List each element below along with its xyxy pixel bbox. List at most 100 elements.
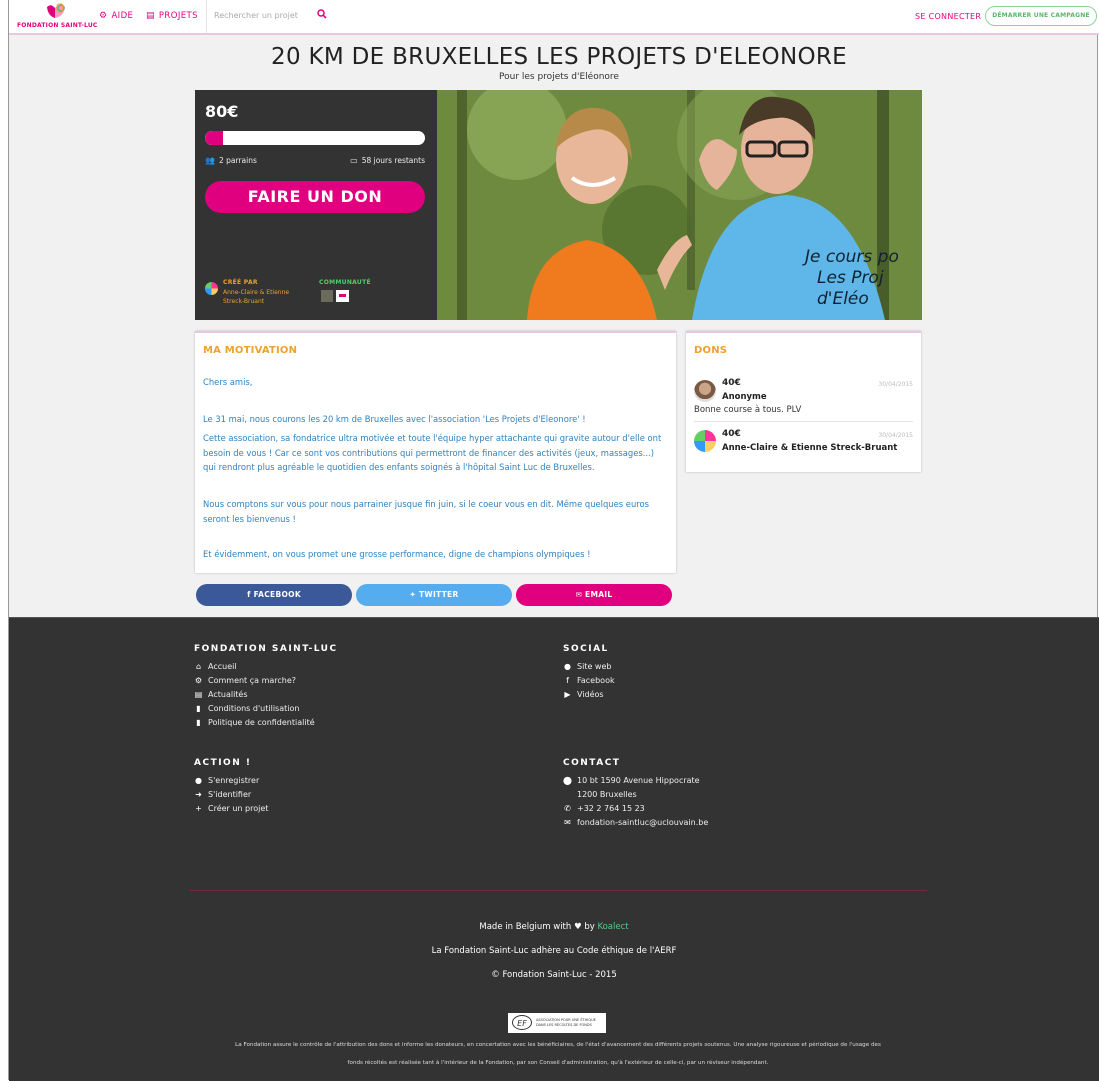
sponsors-stat: 👥 2 parrains <box>205 156 257 165</box>
footer-link-conditions[interactable]: ▮ Conditions d'utilisation <box>194 704 299 713</box>
footer-heading: ACTION ! <box>194 758 252 768</box>
aerf-statement[interactable]: La Fondation Saint-Luc adhère au Code ét… <box>9 946 1099 956</box>
made-in-by: by <box>584 922 595 932</box>
aerf-badge-text: ASSOCIATION POUR UNE ÉTHIQUE DANS LES RÉ… <box>536 1018 596 1027</box>
cogs-icon: ⚙ <box>194 676 203 685</box>
footer-link-label: S'identifier <box>208 790 252 799</box>
footer-heading: CONTACT <box>563 758 621 768</box>
page-subtitle: Pour les projets d'Eléonore <box>499 72 619 82</box>
motivation-card: MA MOTIVATION Chers amis, Le 31 mai, nou… <box>195 331 676 573</box>
contact-address-line: 10 bt 1590 Avenue Hippocrate <box>577 776 700 785</box>
contact-phone[interactable]: ✆ +32 2 764 15 23 <box>563 804 645 813</box>
facebook-icon: f <box>247 590 251 599</box>
footer-link-label: Vidéos <box>577 690 604 699</box>
made-in-prefix: Made in Belgium with <box>479 922 572 932</box>
raised-amount: 80€ <box>205 102 239 121</box>
nav-divider <box>206 0 207 33</box>
days-left: 58 jours restants <box>361 156 425 165</box>
youtube-icon: ▶ <box>564 690 571 699</box>
share-email-button[interactable]: ✉ EMAIL <box>516 584 672 606</box>
disclaimer: La Fondation assure le contrôle de l'att… <box>235 1042 881 1048</box>
motivation-paragraph: Et évidemment, on vous promet une grosse… <box>203 549 591 559</box>
donate-button[interactable]: FAIRE UN DON <box>205 181 425 213</box>
creator-name[interactable]: Anne-Claire & Etienne Streck-Bruant <box>223 288 308 306</box>
globe-icon: ● <box>564 662 571 671</box>
donation-divider <box>694 421 913 422</box>
disclaimer: fonds récoltés est réalisée tant à l'int… <box>347 1060 769 1066</box>
search-icon[interactable] <box>317 9 327 19</box>
contact-address: ⬤ 10 bt 1590 Avenue Hippocrate <box>563 776 700 785</box>
search-input[interactable]: Rechercher un projet <box>214 11 298 20</box>
aerf-badge[interactable]: EF ASSOCIATION POUR UNE ÉTHIQUE DANS LES… <box>508 1013 606 1033</box>
motivation-heading: MA MOTIVATION <box>203 345 298 356</box>
motivation-paragraph: Chers amis, <box>203 377 253 387</box>
footer-link-facebook[interactable]: f Facebook <box>563 676 615 685</box>
contact-email[interactable]: ✉ fondation-saintluc@uclouvain.be <box>563 818 708 827</box>
facebook-icon: f <box>566 676 569 685</box>
cogs-icon: ⚙ <box>99 11 108 21</box>
footer-link-label: Politique de confidentialité <box>208 718 315 727</box>
footer-link-comment[interactable]: ⚙ Comment ça marche? <box>194 676 296 685</box>
donation-amount: 40€ <box>722 429 741 439</box>
footer-link-register[interactable]: ● S'enregistrer <box>194 776 259 785</box>
footer-link-accueil[interactable]: ⌂ Accueil <box>194 662 237 671</box>
contact-phone-number: +32 2 764 15 23 <box>577 804 645 813</box>
footer-link-politique[interactable]: ▮ Politique de confidentialité <box>194 718 315 727</box>
newspaper-icon: ▤ <box>194 690 203 699</box>
page-frame: FONDATION SAINT-LUC ⚙ AIDE ▤ PROJETS Rec… <box>8 0 1099 1081</box>
login-link[interactable]: SE CONNECTER <box>915 12 981 21</box>
phone-icon: ✆ <box>564 804 571 813</box>
footer-link-label: Actualités <box>208 690 248 699</box>
footer-heading: FONDATION SAINT-LUC <box>194 644 338 654</box>
logo-mark-icon <box>47 3 65 19</box>
days-left-stat: ▭ 58 jours restants <box>350 156 425 165</box>
footer-link-signin[interactable]: ➜ S'identifier <box>194 790 251 799</box>
envelope-icon: ✉ <box>575 590 583 599</box>
donation-date: 30/04/2015 <box>878 432 913 439</box>
copyright: © Fondation Saint-Luc - 2015 <box>491 970 617 980</box>
footer-link-label: Facebook <box>577 676 615 685</box>
koalect-link[interactable]: Koalect <box>597 922 628 932</box>
heart-icon: ♥ <box>573 922 582 932</box>
nav-aide-link[interactable]: ⚙ AIDE <box>99 11 133 21</box>
footer-link-videos[interactable]: ▶ Vidéos <box>563 690 604 699</box>
home-icon: ⌂ <box>195 662 202 671</box>
logo-text: FONDATION SAINT-LUC <box>17 22 98 29</box>
sponsors-count: 2 parrains <box>218 156 257 165</box>
twitter-icon: ✦ <box>409 590 417 599</box>
created-by-label: CRÉÉ PAR <box>223 279 258 286</box>
contact-address-line: 1200 Bruxelles <box>577 790 637 799</box>
motivation-paragraph: Nous comptons sur vous pour nous parrain… <box>203 499 650 524</box>
project-hero: 80€ 👥 2 parrains ▭ 58 jours restants FAI… <box>195 90 922 320</box>
logo[interactable]: FONDATION SAINT-LUC <box>17 3 98 31</box>
community-avatar[interactable] <box>336 290 349 302</box>
donor-name: Anne-Claire & Etienne Streck-Bruant <box>722 443 898 453</box>
sign-in-icon: ➜ <box>195 790 202 799</box>
footer: FONDATION SAINT-LUC ⌂ Accueil ⚙ Comment ça… <box>9 617 1099 1081</box>
footer-heading: SOCIAL <box>563 644 609 654</box>
footer-link-actualites[interactable]: ▤ Actualités <box>194 690 248 699</box>
footer-link-create-project[interactable]: + Créer un projet <box>194 804 268 813</box>
donor-avatar <box>694 380 716 402</box>
nav-aide-label: AIDE <box>111 11 134 21</box>
share-facebook-button[interactable]: f FACEBOOK <box>196 584 352 606</box>
page-title: 20 KM DE BRUXELLES LES PROJETS D'ELEONOR… <box>271 44 847 70</box>
community-avatar[interactable] <box>321 290 333 302</box>
share-twitter-label: TWITTER <box>418 590 459 599</box>
map-marker-icon: ⬤ <box>563 776 572 785</box>
share-twitter-button[interactable]: ✦ TWITTER <box>356 584 512 606</box>
file-icon: ▮ <box>196 704 201 713</box>
footer-link-label: Comment ça marche? <box>208 676 297 685</box>
nav-projets-label: PROJETS <box>158 11 198 21</box>
creator-avatar[interactable] <box>205 282 218 295</box>
contact-email-address: fondation-saintluc@uclouvain.be <box>577 818 709 827</box>
start-campaign-button[interactable]: DÉMARRER UNE CAMPAGNE <box>985 6 1097 26</box>
nav-projets-link[interactable]: ▤ PROJETS <box>146 11 198 21</box>
footer-link-label: S'enregistrer <box>208 776 260 785</box>
project-photo-illustration: Je cours po Les Proj d'Eléo <box>437 90 922 320</box>
footer-divider <box>189 890 927 891</box>
donation-date: 30/04/2015 <box>878 381 913 388</box>
contact-address: 1200 Bruxelles <box>563 790 637 799</box>
footer-link-siteweb[interactable]: ● Site web <box>563 662 611 671</box>
donor-name: Anonyme <box>722 392 767 402</box>
